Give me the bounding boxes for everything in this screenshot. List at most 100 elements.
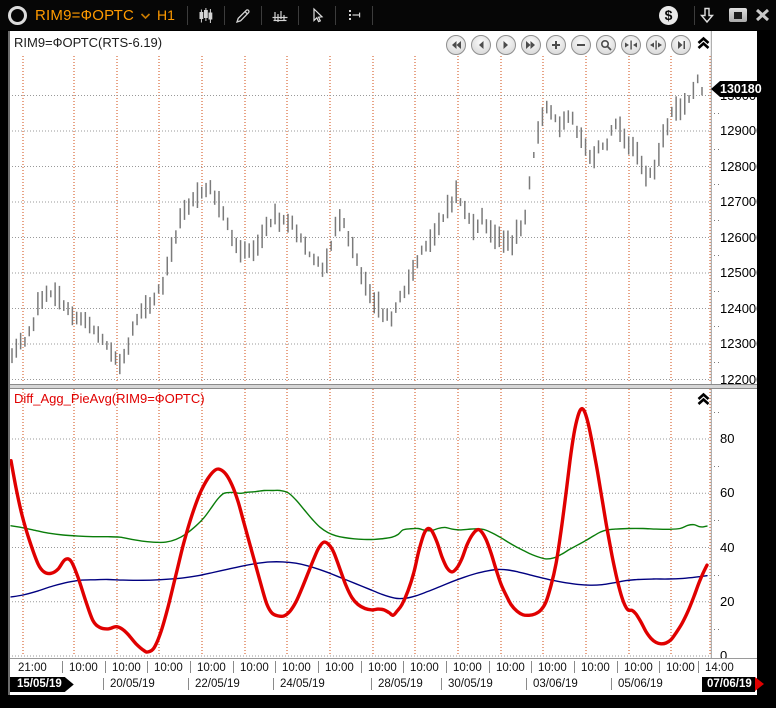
indicator-minor-tick: ·· <box>713 624 721 634</box>
main-chart-title: RIM9=ФОРТС(RTS-6.19) <box>14 35 162 50</box>
go-to-end-button[interactable] <box>671 35 691 55</box>
toolbar-separator <box>694 6 695 25</box>
toolbar-separator <box>261 6 262 25</box>
symbol-selector[interactable]: RIM9=ФОРТС <box>35 7 134 24</box>
scroll-fast-right-button[interactable] <box>521 35 541 55</box>
time-label: 10:00 <box>410 662 439 674</box>
time-tick <box>275 661 276 673</box>
next-icon <box>499 38 513 52</box>
scroll-left-button[interactable] <box>471 35 491 55</box>
last-date-text: 07/06/19 <box>702 677 755 692</box>
toolbar-separator <box>335 6 336 25</box>
time-label: 10:00 <box>496 662 525 674</box>
indicator-plot[interactable] <box>8 389 712 658</box>
indicator-minor-tick: ·· <box>713 570 721 580</box>
collapse-pane-icon[interactable] <box>696 36 711 55</box>
indicator-axis-label: 20 <box>720 594 734 609</box>
chart-window: RIM9=ФОРТС(RTS-6.19) 1300001290001280001… <box>8 31 757 695</box>
last-date-tag: 07/06/19 <box>702 677 764 692</box>
zoom-out-button[interactable] <box>571 35 591 55</box>
indicator-axis-label: 40 <box>720 540 734 555</box>
collapse-indicator-icon[interactable] <box>696 392 711 411</box>
time-label: 10:00 <box>666 662 695 674</box>
time-tick <box>698 661 699 673</box>
time-tick <box>617 661 618 673</box>
indicator-minor-tick: ·· <box>713 407 721 417</box>
price-minor-tick: ·· <box>713 144 721 154</box>
series-avg-base <box>11 562 707 599</box>
time-tick <box>446 661 447 673</box>
timeframe-label[interactable]: H1 <box>157 7 175 23</box>
time-label: 10:00 <box>69 662 98 674</box>
price-bars <box>12 75 702 375</box>
zoom-box-button[interactable] <box>596 35 616 55</box>
chart-type-button[interactable] <box>192 3 220 27</box>
indicator-title: Diff_Agg_PieAvg(RIM9=ФОРТС) <box>14 391 205 406</box>
price-axis-label: 129000 <box>720 123 763 138</box>
close-window-button[interactable] <box>755 8 770 22</box>
prev-icon <box>474 38 488 52</box>
market-profile-button[interactable] <box>266 3 294 27</box>
main-plot[interactable] <box>8 31 712 384</box>
price-minor-tick: ·· <box>713 179 721 189</box>
time-tick <box>403 661 404 673</box>
toolbar-separator <box>187 6 188 25</box>
price-axis-label: 127000 <box>720 194 763 209</box>
price-minor-tick: ·· <box>713 321 721 331</box>
price-pane: RIM9=ФОРТС(RTS-6.19) 1300001290001280001… <box>8 31 757 384</box>
cursor-button[interactable] <box>303 3 331 27</box>
draw-button[interactable] <box>229 3 257 27</box>
indicator-button[interactable] <box>340 3 368 27</box>
toolbar-right: $ <box>659 0 776 30</box>
last-price-tag: 130180 <box>711 81 765 97</box>
time-tick <box>489 661 490 673</box>
expand-scale-button[interactable] <box>646 35 666 55</box>
dollar-icon[interactable]: $ <box>659 6 678 25</box>
price-minor-tick: ·· <box>713 108 721 118</box>
time-label: 21:00 <box>18 662 47 674</box>
date-label: 03/06/19 <box>533 678 578 690</box>
time-tick <box>233 661 234 673</box>
toolbar-separator <box>298 6 299 25</box>
time-axis[interactable]: 15/05/19 07/06/19 21:00 10:00 10:00 10:00 10… <box>8 658 757 695</box>
date-tick <box>188 678 189 690</box>
chart-left-frame <box>8 31 10 695</box>
price-axis-label: 125000 <box>720 265 763 280</box>
zoom-in-button[interactable] <box>546 35 566 55</box>
date-label: 20/05/19 <box>110 678 155 690</box>
pane-splitter[interactable] <box>8 384 757 389</box>
indicator-pane: Diff_Agg_PieAvg(RIM9=ФОРТС) 806040200···… <box>8 389 757 658</box>
time-tick <box>659 661 660 673</box>
scroll-fast-left-button[interactable] <box>446 35 466 55</box>
last-date-arrow-icon <box>755 677 764 691</box>
price-axis-label: 124000 <box>720 301 763 316</box>
time-label: 10:00 <box>197 662 226 674</box>
price-minor-tick: ·· <box>713 215 721 225</box>
date-tick <box>103 678 104 690</box>
candlestick-icon <box>197 7 215 24</box>
mag-icon <box>599 38 613 52</box>
indicator-minor-tick: ·· <box>713 515 721 525</box>
price-axis-label: 128000 <box>720 159 763 174</box>
time-tick <box>147 661 148 673</box>
restore-window-button[interactable] <box>729 8 747 22</box>
date-tick <box>371 678 372 690</box>
time-label: 10:00 <box>581 662 610 674</box>
time-tick <box>105 661 106 673</box>
first-date-tag: 15/05/19 <box>10 677 74 692</box>
cursor-icon <box>308 7 326 24</box>
price-minor-tick: ·· <box>713 250 721 260</box>
time-label: 10:00 <box>282 662 311 674</box>
price-minor-tick: ·· <box>713 357 721 367</box>
date-label: 24/05/19 <box>280 678 325 690</box>
series-diff-main <box>11 409 707 652</box>
toolbar: RIM9=ФОРТС H1 $ <box>0 0 776 30</box>
time-label: 10:00 <box>453 662 482 674</box>
indicator-axis-label: 80 <box>720 431 734 446</box>
download-arrow-icon[interactable] <box>699 7 715 24</box>
compress-scale-button[interactable] <box>621 35 641 55</box>
expand-icon <box>649 38 663 52</box>
scroll-right-button[interactable] <box>496 35 516 55</box>
chevron-down-icon[interactable] <box>140 7 151 25</box>
indicator-minor-tick: ·· <box>713 461 721 471</box>
